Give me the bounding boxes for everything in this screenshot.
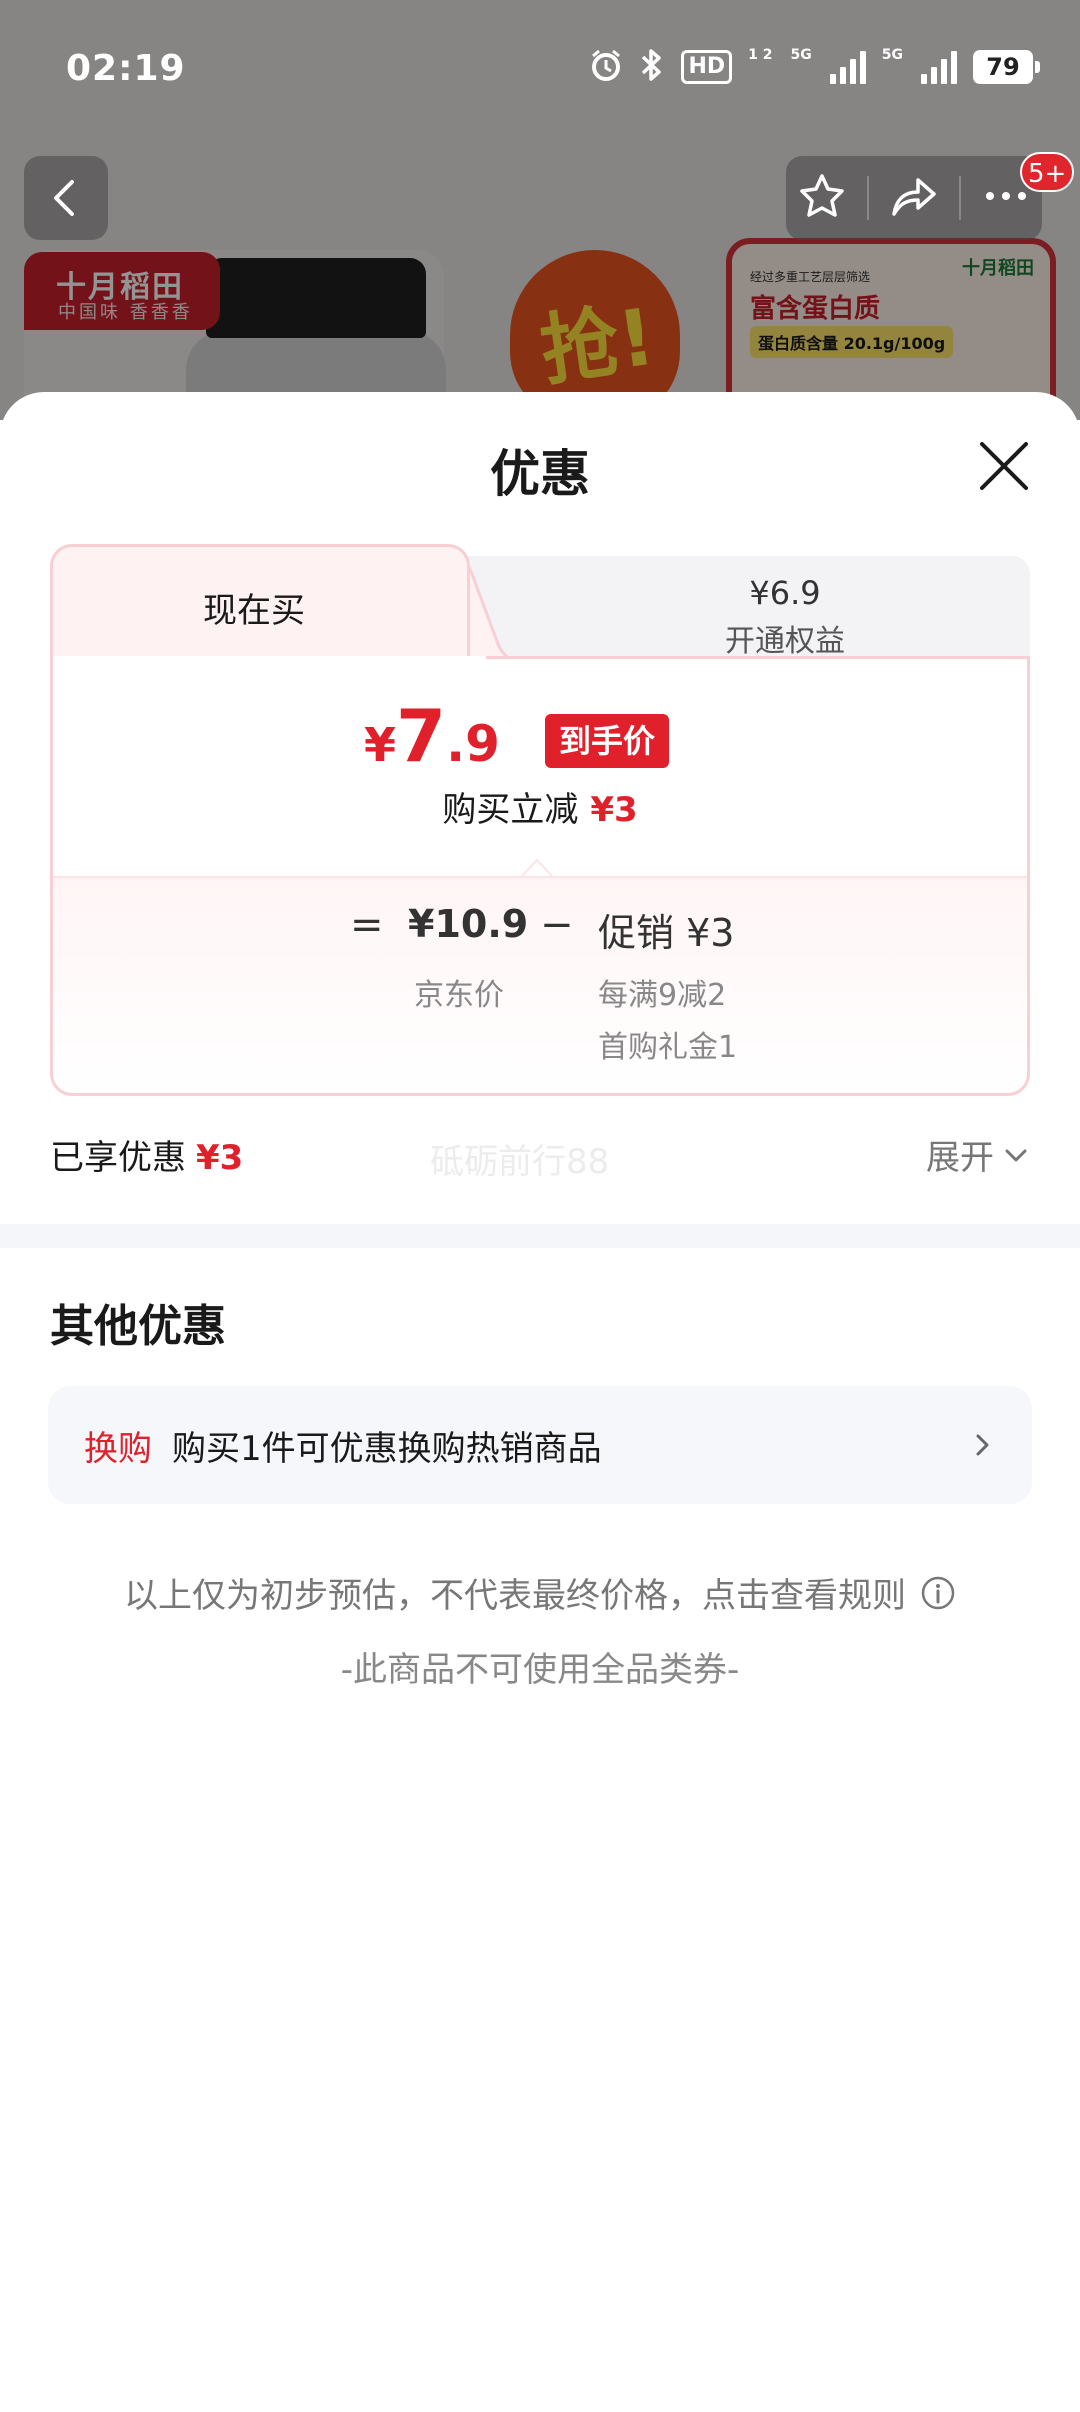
calc-base-price: ¥10.9 [408, 902, 529, 946]
watermark-text: 砥砺前行88 [430, 1142, 610, 1182]
chevron-right-icon [976, 1434, 989, 1456]
battery-level: 79 [973, 50, 1033, 84]
tab-buy-now[interactable]: 现在买 [50, 544, 470, 662]
star-icon [800, 174, 845, 217]
favorite-button[interactable] [794, 168, 850, 228]
final-price-tag: 到手价 [545, 714, 670, 768]
instant-reduction-label: 购买立减 [442, 790, 579, 830]
network-type-1: 5G [790, 47, 812, 63]
signal-icon-1 [829, 50, 866, 84]
status-bar: 02:19 HD 1 2 5G 5G 79 [0, 0, 1080, 140]
exchange-tag: 换购 [84, 1428, 152, 1469]
expand-button[interactable]: 展开 [926, 1130, 1030, 1179]
status-icons: HD 1 2 5G 5G 79 [589, 48, 1040, 86]
tab-membership-price: ¥6.9 [749, 574, 821, 612]
final-price-integer: 7 [396, 694, 447, 778]
tab-membership-label: 开通权益 [725, 624, 845, 659]
share-button[interactable] [886, 168, 942, 228]
status-time: 02:19 [66, 48, 186, 89]
alarm-icon [589, 48, 623, 86]
bluetooth-icon [639, 48, 665, 86]
hd-voice-icon: HD [681, 50, 733, 84]
calc-minus: − [540, 902, 574, 948]
chevron-down-icon [1005, 1149, 1027, 1161]
disclaimer-text: 以上仅为初步预估，不代表最终价格，点击查看规则 [124, 1576, 906, 1616]
top-action-bar [786, 156, 1042, 240]
back-button[interactable] [24, 156, 108, 240]
calc-base-label: 京东价 [414, 978, 504, 1013]
enjoyed-discount-label: 已享优惠 [50, 1138, 186, 1178]
cart-badge: 5+ [1020, 152, 1075, 192]
final-price-decimal: .9 [446, 715, 500, 773]
enjoyed-discount-amount: ¥3 [196, 1138, 244, 1178]
close-button[interactable] [976, 438, 1032, 494]
instant-reduction-amount: ¥3 [590, 790, 638, 830]
exchange-offer-row[interactable]: 换购 购买1件可优惠换购热销商品 [48, 1386, 1032, 1504]
expand-label: 展开 [926, 1138, 994, 1178]
calc-promo-label: 促销 ¥3 [598, 911, 735, 955]
price-disclaimer[interactable]: 以上仅为初步预估，不代表最终价格，点击查看规则 [0, 1568, 1080, 1617]
calc-promo-detail-1: 每满9减2 [598, 978, 727, 1013]
share-icon [892, 178, 936, 216]
signal-icon-2 [921, 50, 957, 84]
coupon-restriction-note: -此商品不可使用全品类券- [340, 1650, 740, 1690]
hd-voice-sub: 1 2 [748, 47, 773, 63]
final-price-currency: ¥ [364, 718, 397, 772]
calc-promo-detail-2: 首购礼金1 [598, 1030, 738, 1065]
final-price: ¥ 7 .9 [364, 694, 500, 778]
other-offers-title: 其他优惠 [50, 1301, 226, 1352]
network-type-2: 5G [881, 47, 903, 63]
enjoyed-discount: 已享优惠 ¥3 [50, 1130, 243, 1179]
divider-notch [522, 858, 552, 877]
card-top-border [486, 656, 1030, 659]
calc-equals: = [350, 902, 384, 948]
discount-bottom-sheet: 优惠 ¥6.9 开通权益 现在买 ¥ 7 .9 到手价 购买立减 ¥3 = ¥10… [0, 392, 1080, 2412]
instant-reduction: 购买立减 ¥3 [0, 782, 1080, 831]
sheet-title: 优惠 [490, 445, 590, 503]
info-icon[interactable] [920, 1575, 956, 1611]
battery-icon: 79 [973, 50, 1040, 84]
exchange-description: 购买1件可优惠换购热销商品 [172, 1428, 602, 1469]
back-icon [54, 180, 74, 216]
section-separator [0, 1224, 1080, 1248]
tab-buy-now-label: 现在买 [203, 591, 305, 631]
close-icon [980, 442, 1028, 490]
